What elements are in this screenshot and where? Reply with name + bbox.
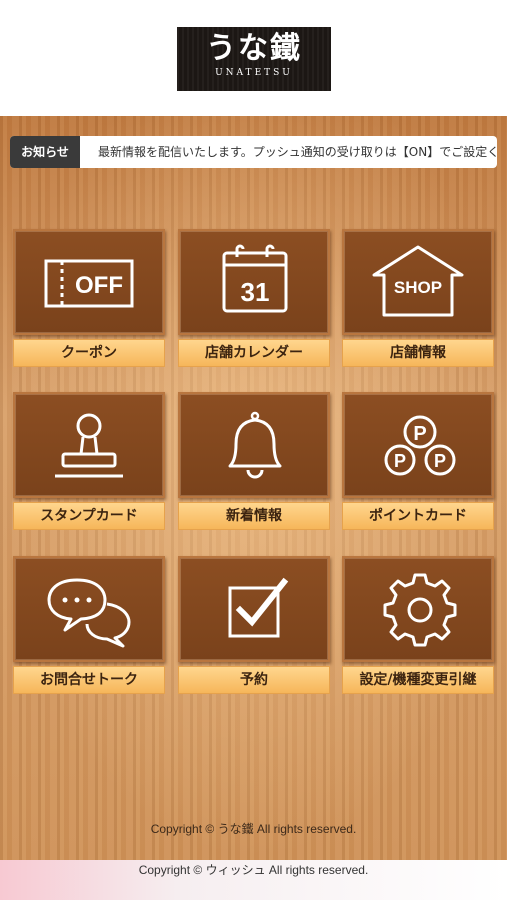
shop-copyright: Copyright © うな鐵 All rights reserved. (150, 822, 357, 836)
svg-text:P: P (413, 423, 426, 445)
footer: Copyright © ウィッシュ All rights reserved. (0, 860, 507, 900)
news-ticker[interactable]: お知らせ 最新情報を配信いたします。プッシュ通知の受け取りは【ON】でご設定くだ… (10, 136, 497, 168)
logo-mark: うな鐵 (206, 31, 302, 66)
shop-icon: SHOP (372, 245, 464, 317)
coupon-tile[interactable]: OFF (13, 229, 165, 335)
chat-bubbles-icon (47, 578, 131, 648)
stamp-card-label[interactable]: スタンプカード (13, 502, 165, 530)
gear-icon (383, 573, 457, 647)
svg-text:P: P (434, 451, 446, 471)
checkbox-icon (228, 577, 289, 638)
coupon-label[interactable]: クーポン (13, 339, 165, 367)
point-card-tile[interactable]: P P P (342, 392, 494, 498)
news-label: お知らせ (10, 136, 80, 168)
logo-subtitle: UNATETSU (215, 68, 293, 78)
shop-info-tile[interactable]: SHOP (342, 229, 494, 335)
app-header: うな鐵 UNATETSU (0, 0, 507, 116)
point-coins-icon: P P P (384, 415, 456, 476)
settings-label[interactable]: 設定/機種変更引継 (342, 666, 494, 694)
inquiry-talk-label[interactable]: お問合せトーク (13, 666, 165, 694)
news-info-label[interactable]: 新着情報 (178, 502, 330, 530)
point-card-label[interactable]: ポイントカード (342, 502, 494, 530)
bell-icon (228, 411, 282, 479)
news-text: 最新情報を配信いたします。プッシュ通知の受け取りは【ON】でご設定ください (98, 145, 497, 159)
footer-copyright: Copyright © ウィッシュ All rights reserved. (138, 863, 369, 877)
reservation-label[interactable]: 予約 (178, 666, 330, 694)
stamp-icon (55, 413, 123, 478)
shop-calendar-tile[interactable]: 31 (178, 229, 330, 335)
stamp-card-tile[interactable] (13, 392, 165, 498)
reservation-tile[interactable] (178, 556, 330, 662)
calendar-icon: 31 (222, 244, 288, 313)
shop-text: SHOP (394, 278, 442, 297)
unatetsu-logo: うな鐵 UNATETSU (177, 27, 331, 91)
svg-text:P: P (394, 451, 406, 471)
news-info-tile[interactable] (178, 392, 330, 498)
settings-tile[interactable] (342, 556, 494, 662)
inquiry-talk-tile[interactable] (13, 556, 165, 662)
shop-info-label[interactable]: 店舗情報 (342, 339, 494, 367)
off-text: OFF (75, 272, 123, 299)
shop-calendar-label[interactable]: 店舗カレンダー (178, 339, 330, 367)
off-coupon-icon: OFF (44, 259, 134, 308)
calendar-date-text: 31 (241, 277, 270, 307)
